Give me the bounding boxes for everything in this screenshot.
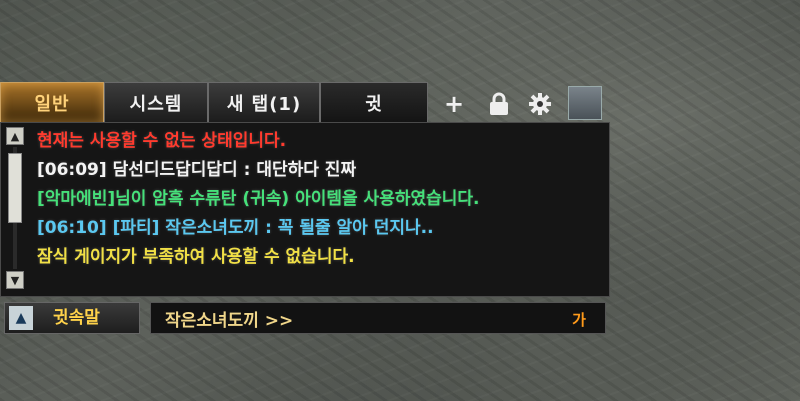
chat-message-area: ▲ ▼ 현재는 사용할 수 없는 상태입니다. [06:09] 담선디드답디답디… [0,122,610,297]
chat-message: 현재는 사용할 수 없는 상태입니다. [37,131,287,151]
scroll-down-icon[interactable]: ▼ [6,271,24,289]
chat-message: [06:09] 담선디드답디답디 : 대단하다 진짜 [37,160,357,180]
lock-icon[interactable] [485,90,513,118]
tab-system[interactable]: 시스템 [104,82,208,122]
chat-input-bar: ▲ 귓속말 가 [0,298,612,340]
tab-general[interactable]: 일반 [0,82,104,122]
chat-input-field[interactable] [150,302,606,334]
language-toggle-icon[interactable]: 가 [566,306,592,332]
chat-message: [악마에빈]님이 암흑 수류탄 (귀속) 아이템을 사용하였습니다. [37,189,480,209]
lock-icon-graphic [490,92,508,115]
resize-handle[interactable] [568,86,602,120]
chat-message: 잠식 게이지가 부족하여 사용할 수 없습니다. [37,247,355,267]
chat-window: 일반 시스템 새 탭(1) 귓 + ▲ ▼ 현재는 사용할 수 없는 상태입니다… [0,78,612,343]
chat-message: [06:10] [파티] 작은소녀도끼 : 꼭 될줄 알아 던지나.. [37,218,434,238]
chevron-up-icon[interactable]: ▲ [9,306,33,330]
gear-icon-graphic [529,93,551,115]
chat-mode-button[interactable]: ▲ 귓속말 [4,302,140,334]
plus-icon[interactable]: + [440,90,468,118]
tab-whisper[interactable]: 귓 [320,82,428,122]
gear-icon[interactable] [526,90,554,118]
chat-messages: 현재는 사용할 수 없는 상태입니다. [06:09] 담선디드답디답디 : 대… [37,127,603,272]
tab-new-tab[interactable]: 새 탭(1) [208,82,320,122]
chat-scrollbar[interactable]: ▲ ▼ [4,125,26,293]
scroll-up-icon[interactable]: ▲ [6,127,24,145]
scroll-thumb[interactable] [8,153,22,223]
chat-mode-label: 귓속말 [53,308,100,328]
chat-tab-bar: 일반 시스템 새 탭(1) 귓 + [0,82,612,122]
